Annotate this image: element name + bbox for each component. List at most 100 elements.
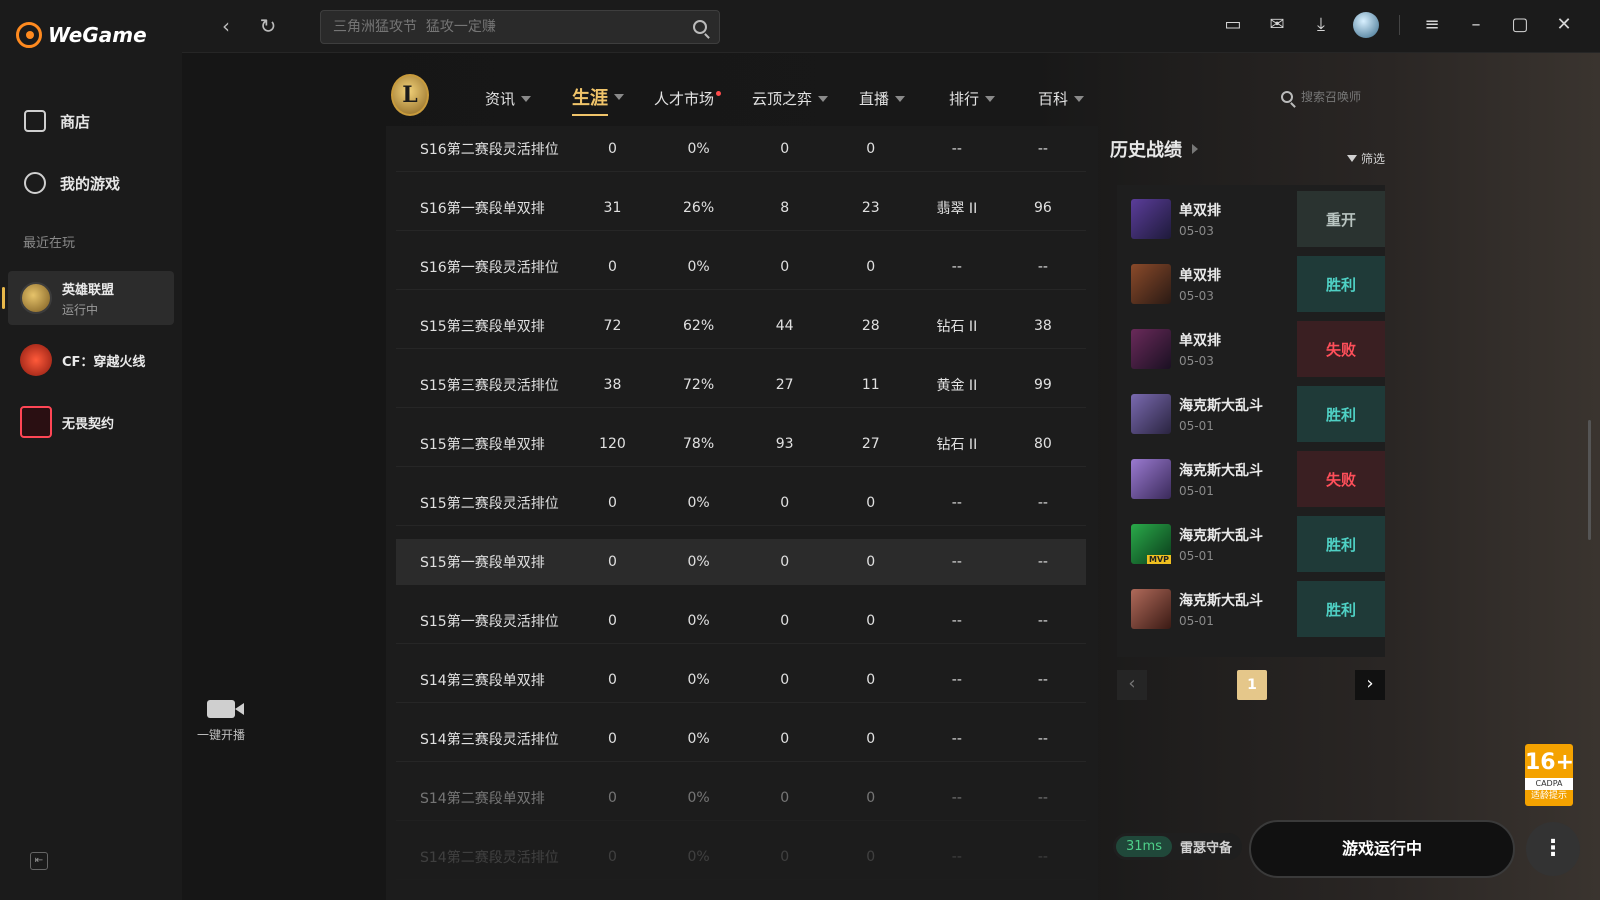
sidebar-item-store[interactable]: 商店	[24, 110, 90, 132]
tab-talent-market[interactable]: 人才市场	[654, 88, 722, 109]
table-cell: 0	[608, 554, 617, 570]
table-row[interactable]: S15第三赛段灵活排位 38 72% 27 11 黄金 II 99	[396, 362, 1086, 408]
table-cell: --	[1037, 730, 1048, 747]
tab-career[interactable]: 生涯	[572, 84, 624, 116]
topbar: ‹ ↻ ▭ ✉ ⤓ ≡ – ▢ ✕	[182, 0, 1600, 53]
match-result: 胜利	[1297, 386, 1385, 442]
recent-game-status: 运行中	[62, 302, 99, 317]
table-cell: 0%	[687, 612, 710, 629]
tab-label: 人才市场	[654, 90, 715, 108]
match-mode: 单双排	[1179, 203, 1221, 219]
match-result: 胜利	[1297, 256, 1385, 312]
match-item[interactable]: 海克斯大乱斗 05-01 胜利	[1117, 384, 1385, 444]
season-name-cell: S15第一赛段灵活排位	[420, 613, 559, 630]
tab-tft[interactable]: 云顶之弈	[752, 88, 829, 109]
summoner-search[interactable]: 搜索召唤师	[1280, 88, 1361, 105]
table-row[interactable]: S15第一赛段灵活排位 0 0% 0 0 -- --	[396, 598, 1086, 644]
scrollbar[interactable]	[1588, 420, 1591, 540]
match-item[interactable]: 单双排 05-03 失败	[1117, 319, 1385, 379]
age-rating-org: CADPA	[1525, 778, 1573, 790]
wegame-logo[interactable]: WeGame	[16, 22, 147, 48]
table-cell: 78%	[683, 435, 715, 452]
table-row[interactable]: S14第三赛段灵活排位 0 0% 0 0 -- --	[396, 716, 1086, 762]
mail-icon[interactable]: ✉	[1265, 13, 1289, 37]
sidebar-item-label: 商店	[60, 112, 91, 131]
collapse-sidebar-button[interactable]: ⇤	[30, 852, 48, 870]
recent-game-cf[interactable]: CF：穿越火线	[8, 333, 174, 387]
download-icon[interactable]: ⤓	[1309, 13, 1333, 37]
notification-dot	[716, 91, 722, 96]
history-title[interactable]: 历史战绩	[1110, 136, 1385, 162]
season-name-cell: S14第三赛段单双排	[420, 672, 545, 689]
table-cell: 0	[608, 612, 617, 629]
match-info: 海克斯大乱斗 05-01	[1179, 460, 1297, 498]
match-mode: 海克斯大乱斗	[1179, 398, 1263, 414]
recent-game-lol[interactable]: 英雄联盟 运行中	[2, 271, 174, 325]
search-input[interactable]	[333, 19, 693, 35]
lol-icon	[20, 282, 52, 314]
table-cell: 0	[608, 494, 617, 511]
season-name-cell: S14第二赛段单双排	[420, 790, 545, 807]
table-row[interactable]: S14第二赛段单双排 0 0% 0 0 -- --	[396, 775, 1086, 821]
table-row[interactable]: S15第二赛段灵活排位 0 0% 0 0 -- --	[396, 480, 1086, 526]
table-cell: 27	[861, 435, 880, 452]
lol-logo-icon[interactable]: L	[391, 74, 429, 116]
table-row[interactable]: S16第一赛段单双排 31 26% 8 23 翡翠 II 96	[396, 185, 1086, 231]
table-cell: 0	[866, 730, 876, 747]
minimize-icon[interactable]: –	[1464, 13, 1488, 37]
table-cell: 翡翠 II	[936, 200, 978, 217]
season-name-cell: S16第二赛段灵活排位	[420, 141, 559, 158]
match-date: 05-01	[1179, 484, 1214, 498]
table-row[interactable]: S14第三赛段单双排 0 0% 0 0 -- --	[396, 657, 1086, 703]
refresh-button[interactable]: ↻	[256, 14, 280, 38]
match-date: 05-03	[1179, 224, 1214, 238]
server-name: 雷瑟守备	[1179, 841, 1232, 856]
chat-icon[interactable]: ▭	[1221, 13, 1245, 37]
menu-icon[interactable]: ≡	[1420, 13, 1444, 37]
table-row[interactable]: S16第一赛段灵活排位 0 0% 0 0 -- --	[396, 244, 1086, 290]
page-number[interactable]: 1	[1237, 670, 1267, 700]
search-icon[interactable]	[693, 20, 707, 34]
next-page-button[interactable]: ›	[1355, 670, 1385, 700]
match-result: 重开	[1297, 191, 1385, 247]
table-row[interactable]: S15第三赛段单双排 72 62% 44 28 钻石 II 38	[396, 303, 1086, 349]
table-row[interactable]: S15第一赛段单双排 0 0% 0 0 -- --	[396, 539, 1086, 585]
tab-news[interactable]: 资讯	[485, 88, 532, 109]
table-cell: --	[1037, 848, 1048, 865]
table-cell: 0%	[687, 671, 710, 688]
match-item[interactable]: 海克斯大乱斗 05-01 胜利	[1117, 579, 1385, 639]
filter-button[interactable]: 筛选	[1346, 150, 1385, 167]
table-row[interactable]: S14第二赛段灵活排位 0 0% 0 0 -- --	[396, 834, 1086, 880]
game-running-button[interactable]: 游戏运行中	[1249, 820, 1515, 878]
recent-game-valorant[interactable]: 无畏契约	[8, 395, 174, 449]
back-button[interactable]: ‹	[214, 14, 238, 38]
tab-live[interactable]: 直播	[859, 88, 906, 109]
match-info: 海克斯大乱斗 05-01	[1179, 525, 1297, 563]
table-row[interactable]: S16第二赛段灵活排位 0 0% 0 0 -- --	[396, 126, 1086, 172]
camera-icon	[207, 700, 244, 718]
table-row[interactable]: S15第二赛段单双排 120 78% 93 27 钻石 II 80	[396, 421, 1086, 467]
table-cell: 93	[775, 435, 794, 452]
tab-label: 云顶之弈	[752, 90, 813, 108]
match-item[interactable]: 海克斯大乱斗 05-01 失败	[1117, 449, 1385, 509]
more-options-button[interactable]: ⋮	[1526, 822, 1580, 876]
filter-label: 筛选	[1360, 152, 1385, 166]
prev-page-button[interactable]: ‹	[1117, 670, 1147, 700]
sidebar-item-my-games[interactable]: 我的游戏	[24, 172, 120, 194]
tab-wiki[interactable]: 百科	[1038, 88, 1085, 109]
avatar[interactable]	[1353, 12, 1379, 38]
season-name-cell: S15第三赛段灵活排位	[420, 377, 559, 394]
table-cell: 0	[866, 612, 876, 629]
one-click-stream-button[interactable]: 一键开播	[190, 700, 252, 743]
match-result: 胜利	[1297, 581, 1385, 637]
match-item[interactable]: 单双排 05-03 重开	[1117, 189, 1385, 249]
champion-avatar	[1131, 459, 1171, 499]
tab-ranking[interactable]: 排行	[949, 88, 996, 109]
maximize-icon[interactable]: ▢	[1508, 13, 1532, 37]
match-item[interactable]: 单双排 05-03 胜利	[1117, 254, 1385, 314]
season-name-cell: S16第一赛段灵活排位	[420, 259, 559, 276]
global-search[interactable]	[320, 10, 720, 44]
match-item[interactable]: 海克斯大乱斗 05-01 胜利	[1117, 514, 1385, 574]
network-status[interactable]: 31ms 雷瑟守备	[1113, 833, 1242, 860]
close-icon[interactable]: ✕	[1552, 13, 1576, 37]
